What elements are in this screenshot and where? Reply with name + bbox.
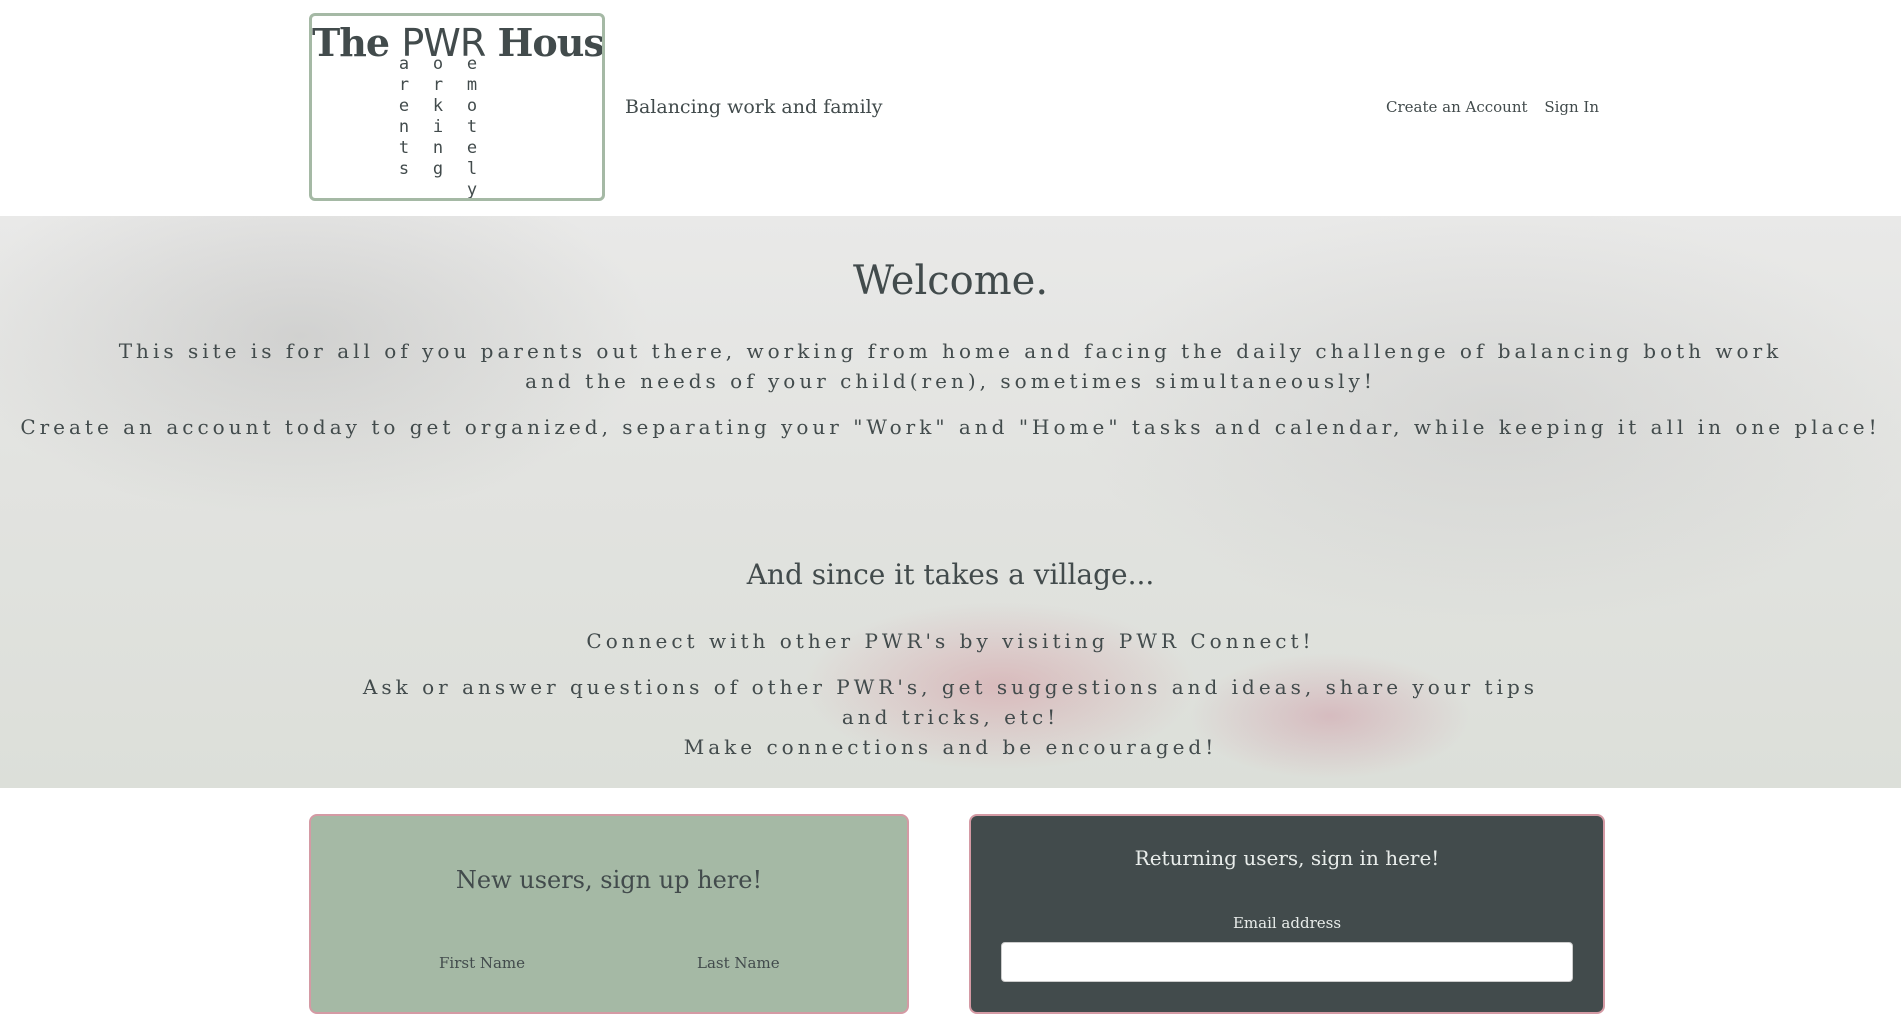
village-heading: And since it takes a village... <box>746 558 1155 591</box>
email-input[interactable] <box>1001 942 1573 982</box>
ask-text-line2: Make connections and be encouraged! <box>683 735 1218 759</box>
logo-word-house: House <box>497 20 604 65</box>
connect-text: Connect with other PWR's by visiting PWR… <box>586 629 1315 653</box>
logo-column-working: orking <box>432 54 444 179</box>
signin-heading: Returning users, sign in here! <box>1134 846 1440 870</box>
first-name-label: First Name <box>439 954 526 972</box>
site-header: The PWR House arents orking emotely Bala… <box>0 0 1901 216</box>
signup-heading: New users, sign up here! <box>455 866 763 894</box>
logo-column-parents: arents <box>398 54 410 179</box>
signin-card: Returning users, sign in here! Email add… <box>969 814 1605 1014</box>
top-nav: Create an Account Sign In <box>1386 98 1611 116</box>
last-name-label: Last Name <box>697 954 780 972</box>
site-tagline: Balancing work and family <box>625 96 883 118</box>
cta-text: Create an account today to get organized… <box>20 415 1881 439</box>
intro-text: This site is for all of you parents out … <box>118 339 1783 393</box>
welcome-heading: Welcome. <box>852 258 1049 304</box>
logo-title: The PWR House <box>312 20 604 65</box>
hero-section: Welcome. This site is for all of you par… <box>0 216 1901 788</box>
email-label: Email address <box>1232 914 1342 932</box>
ask-text: Ask or answer questions of other PWR's, … <box>350 672 1551 762</box>
logo-column-remotely: emotely <box>466 54 478 200</box>
logo-word-the: The <box>312 20 390 65</box>
create-account-link[interactable]: Create an Account <box>1386 98 1528 116</box>
site-logo[interactable]: The PWR House arents orking emotely <box>309 13 605 201</box>
ask-text-line1: Ask or answer questions of other PWR's, … <box>362 675 1539 729</box>
sign-in-link[interactable]: Sign In <box>1544 98 1599 116</box>
signup-card: New users, sign up here! First Name Last… <box>309 814 909 1014</box>
